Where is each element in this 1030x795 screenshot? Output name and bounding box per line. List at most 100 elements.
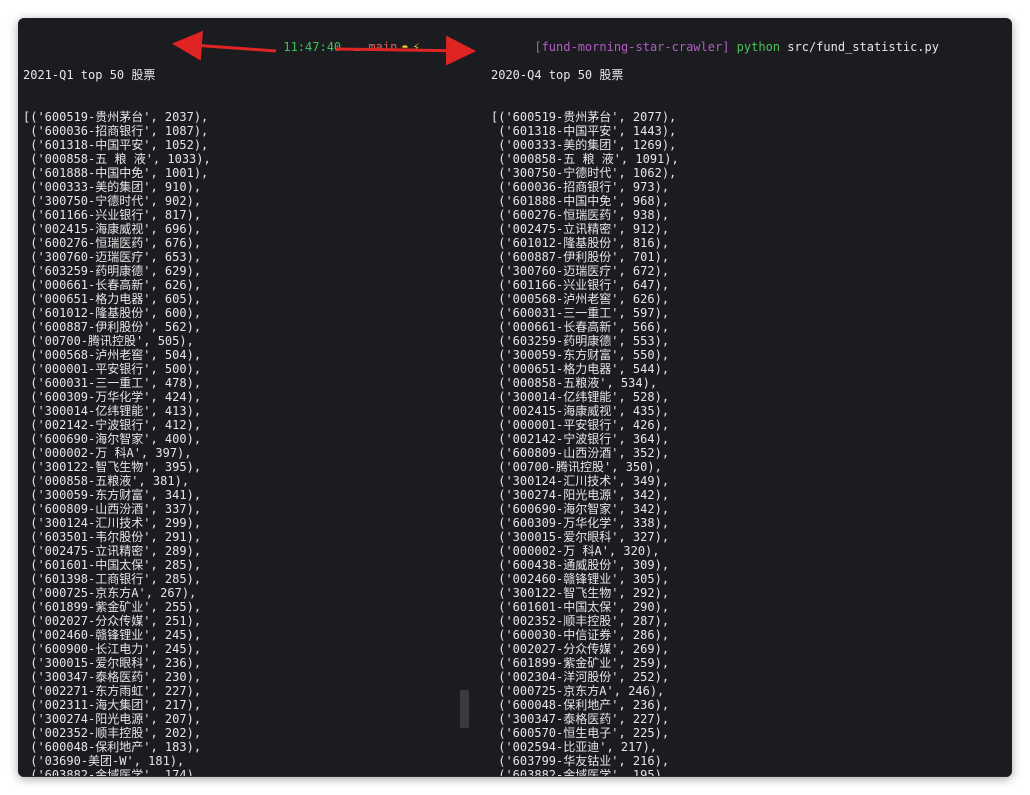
output-line: ('000333-美的集团', 1269), (491, 138, 677, 152)
output-line: ('000858-五粮液', 381), (23, 474, 190, 488)
output-line: ('600036-招商银行', 973), (491, 180, 670, 194)
output-line: ('300059-东方财富', 341), (23, 488, 202, 502)
output-line: ('601318-中国平安', 1052), (23, 138, 209, 152)
output-line: ('002352-顺丰控股', 202), (23, 726, 202, 740)
output-line: ('000725-京东方A', 267), (23, 586, 197, 600)
prompt-status-bar: 11:47:40 ☁ main ☂ ⚡ (240, 26, 419, 54)
output-heading: 2021-Q1 top 50 股票 (23, 68, 156, 82)
output-line: ('600690-海尔智家', 342), (491, 502, 670, 516)
prompt-clock: 11:47:40 (283, 40, 342, 54)
output-line: ('002271-东方雨虹', 227), (23, 684, 202, 698)
output-line: ('002594-比亚迪', 217), (491, 740, 658, 754)
output-line: ('000651-格力电器', 544), (491, 362, 670, 376)
output-line: ('002475-立讯精密', 912), (491, 222, 670, 236)
output-line: ('002142-宁波银行', 412), (23, 418, 202, 432)
output-line: ('002475-立讯精密', 289), (23, 544, 202, 558)
git-branch: main (368, 40, 398, 54)
prompt-arguments: src/fund_statistic.py (787, 40, 939, 54)
pane-bottom-border (18, 776, 1012, 777)
output-line: ('300347-泰格医药', 230), (23, 670, 202, 684)
output-line: ('600276-恒瑞医药', 938), (491, 208, 670, 222)
output-line: ('002027-分众传媒', 269), (491, 642, 670, 656)
output-line: ('000001-平安银行', 426), (491, 418, 670, 432)
output-line: ('603799-华友钴业', 216), (491, 754, 670, 768)
output-line: ('603259-药明康德', 629), (23, 264, 202, 278)
output-line: ('600048-保利地产', 183), (23, 740, 202, 754)
output-line: ('600809-山西汾酒', 337), (23, 502, 202, 516)
output-line: ('000725-京东方A', 246), (491, 684, 665, 698)
output-line: [('600519-贵州茅台', 2077), (491, 110, 677, 124)
prompt-command: python (736, 40, 781, 54)
output-line: ('601318-中国平安', 1443), (491, 124, 677, 138)
output-line: ('601601-中国太保', 285), (23, 558, 202, 572)
terminal-pane-right[interactable]: [fund-morning-star-crawler] python src/f… (478, 18, 1012, 777)
output-line: ('300122-智飞生物', 292), (491, 586, 670, 600)
command-prompt: [fund-morning-star-crawler] python src/f… (491, 26, 939, 54)
output-line: ('000333-美的集团', 910), (23, 180, 202, 194)
output-line: ('300750-宁德时代', 902), (23, 194, 202, 208)
output-line: ('603259-药明康德', 553), (491, 334, 670, 348)
output-line: ('002352-顺丰控股', 287), (491, 614, 670, 628)
output-line: ('300014-亿纬锂能', 528), (491, 390, 670, 404)
output-line: ('600031-三一重工', 478), (23, 376, 202, 390)
output-line: ('601888-中国中免', 1001), (23, 166, 209, 180)
output-line: ('600887-伊利股份', 562), (23, 320, 202, 334)
output-line: ('600309-万华化学', 338), (491, 516, 670, 530)
output-line: ('601012-隆基股份', 600), (23, 306, 202, 320)
output-line: [('600519-贵州茅台', 2037), (23, 110, 209, 124)
output-line: ('600031-三一重工', 597), (491, 306, 670, 320)
output-line: ('000858-五粮液', 534), (491, 376, 658, 390)
output-line: ('600900-长江电力', 245), (23, 642, 202, 656)
output-line: ('601012-隆基股份', 816), (491, 236, 670, 250)
output-line: ('000002-万 科A', 397), (23, 446, 192, 460)
output-line: ('300347-泰格医药', 227), (491, 712, 670, 726)
output-heading: 2020-Q4 top 50 股票 (491, 68, 624, 82)
output-line: ('300274-阳光电源', 207), (23, 712, 202, 726)
output-line: ('000661-长春高新', 566), (491, 320, 670, 334)
output-line: ('300014-亿纬锂能', 413), (23, 404, 202, 418)
output-line: ('002027-分众传媒', 251), (23, 614, 202, 628)
output-line: ('300122-智飞生物', 395), (23, 460, 202, 474)
output-line: ('002304-洋河股份', 252), (491, 670, 670, 684)
terminal-pane-left[interactable]: 11:47:40 ☁ main ☂ ⚡ 2021-Q1 top 50 股票 [('600… (18, 18, 470, 777)
output-line: ('300124-汇川技术', 299), (23, 516, 202, 530)
output-line: ('000661-长春高新', 626), (23, 278, 202, 292)
output-line: ('601166-兴业银行', 817), (23, 208, 202, 222)
output-line: ('603501-韦尔股份', 291), (23, 530, 202, 544)
output-line: ('601899-紫金矿业', 259), (491, 656, 670, 670)
output-line: ('600048-保利地产', 236), (491, 698, 670, 712)
bolt-icon: ⚡ (412, 40, 420, 54)
output-line: ('300760-迈瑞医疗', 653), (23, 250, 202, 264)
output-line: ('601166-兴业银行', 647), (491, 278, 670, 292)
output-line: ('600030-中信证券', 286), (491, 628, 670, 642)
output-line: ('002460-赣锋锂业', 305), (491, 572, 670, 586)
output-line: ('601888-中国中免', 968), (491, 194, 670, 208)
output-line: ('601601-中国太保', 290), (491, 600, 670, 614)
output-line: ('000568-泸州老窖', 504), (23, 348, 202, 362)
terminal-output-right: 2020-Q4 top 50 股票 [('600519-贵州茅台', 2077)… (491, 40, 679, 777)
output-line: ('300750-宁德时代', 1062), (491, 166, 677, 180)
terminal-output-left: 2021-Q1 top 50 股票 [('600519-贵州茅台', 2037)… (23, 40, 211, 777)
terminal-window[interactable]: 11:47:40 ☁ main ☂ ⚡ 2021-Q1 top 50 股票 [('600… (18, 18, 1012, 777)
output-line: ('000001-平安银行', 500), (23, 362, 202, 376)
output-line: ('600309-万华化学', 424), (23, 390, 202, 404)
output-line: ('300015-爱尔眼科', 236), (23, 656, 202, 670)
output-line: ('300059-东方财富', 550), (491, 348, 670, 362)
output-line: ('000858-五 粮 液', 1033), (23, 152, 211, 166)
output-line: ('000858-五 粮 液', 1091), (491, 152, 679, 166)
output-line: ('03690-美团-W', 181), (23, 754, 185, 768)
pane-split-handle[interactable] (460, 690, 469, 728)
output-line: ('600887-伊利股份', 701), (491, 250, 670, 264)
output-line: ('002460-赣锋锂业', 245), (23, 628, 202, 642)
output-line: ('300124-汇川技术', 349), (491, 474, 670, 488)
output-line: ('601899-紫金矿业', 255), (23, 600, 202, 614)
output-line: ('600809-山西汾酒', 352), (491, 446, 670, 460)
output-line: ('002142-宁波银行', 364), (491, 432, 670, 446)
output-line: ('601398-工商银行', 285), (23, 572, 202, 586)
output-line: ('000568-泸州老窖', 626), (491, 292, 670, 306)
cloud-icon: ☁ (353, 40, 361, 54)
output-line: ('600690-海尔智家', 400), (23, 432, 202, 446)
output-line: ('300015-爱尔眼科', 327), (491, 530, 670, 544)
umbrella-icon: ☂ (401, 40, 409, 54)
output-line: ('300274-阳光电源', 342), (491, 488, 670, 502)
